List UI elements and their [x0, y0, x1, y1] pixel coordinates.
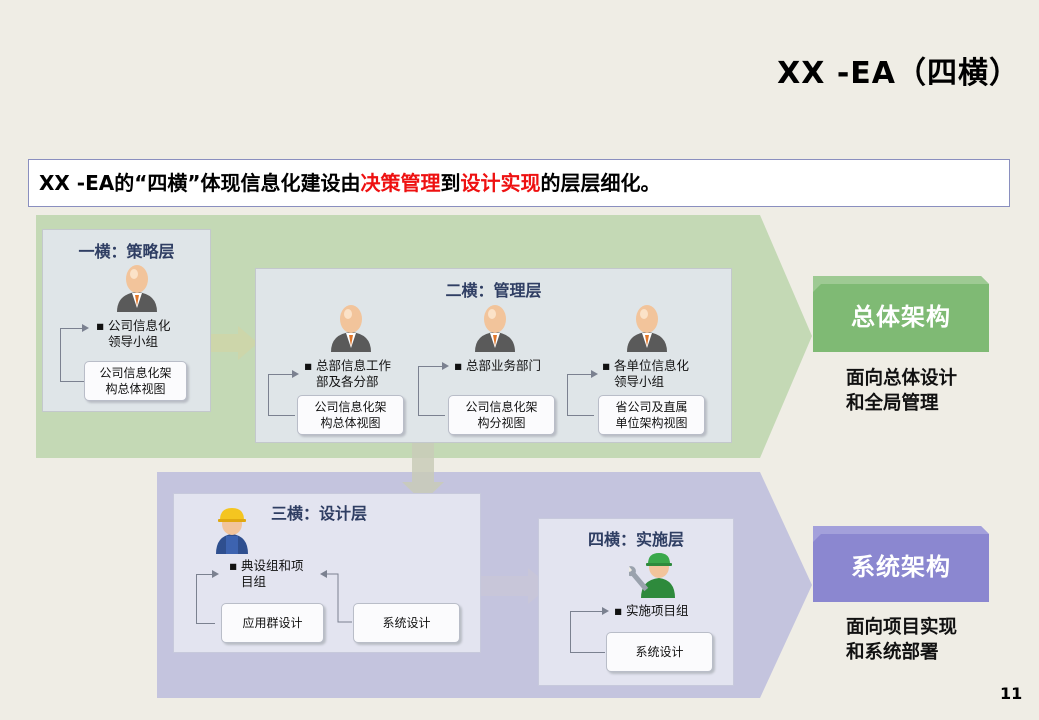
layer2-col3-bullet-line2: 领导小组 — [614, 374, 665, 389]
manager-icon — [475, 305, 515, 352]
layer1-bullet-line1: 公司信息化 — [108, 318, 171, 333]
layer2-col1-bullet-line1: 总部信息工作 — [316, 358, 392, 373]
manager-icon — [117, 265, 157, 312]
layer2-title: 二横：管理层 — [445, 281, 542, 300]
layer2-col2-bullet-line1: 总部业务部门 — [466, 358, 542, 373]
layer2-col1-box-line1: 公司信息化架 — [314, 400, 387, 414]
layer2-col1-connector — [268, 374, 295, 416]
layer2-col2-box-line1: 公司信息化架 — [465, 400, 538, 414]
layer1-bullet-line2: 领导小组 — [108, 334, 159, 349]
layer2-col3-connector — [567, 374, 594, 416]
layer2-col3-box-line2: 单位架构视图 — [615, 416, 688, 430]
layer2-col2-arrowhead — [442, 362, 449, 370]
layer3-bullet: ▪ 典设组和项 目组 — [229, 558, 304, 589]
layer3-system-design-box: 系统设计 — [353, 603, 460, 643]
layer2-col1-view-box: 公司信息化架 构总体视图 — [297, 395, 404, 435]
layer2-col3-bullet: ▪ 各单位信息化 领导小组 — [602, 358, 690, 389]
system-architecture-desc: 面向项目实现 和系统部署 — [846, 615, 957, 665]
page-number: 11 — [1000, 684, 1023, 703]
layer2-col1-bullet-line2: 部及各分部 — [316, 374, 379, 389]
layer1-box-line1: 公司信息化架 — [99, 366, 172, 380]
layer2-col3-box-line1: 省公司及直属 — [615, 400, 688, 414]
layer2-col2-connector — [418, 366, 445, 416]
layer4-system-design-box: 系统设计 — [606, 632, 713, 672]
layer3-left-arrowhead — [212, 570, 219, 578]
system-architecture-label: 系统架构 — [851, 552, 951, 581]
layer2-col2-box-line2: 构分视图 — [477, 416, 526, 430]
layer3-bullet-line2: 目组 — [241, 574, 267, 589]
layer4-connector — [570, 611, 605, 653]
layer4-bullet-line1: 实施项目组 — [626, 603, 689, 618]
layer1-box-line2: 构总体视图 — [105, 382, 166, 396]
layer3-left-connector — [196, 574, 215, 624]
manager-icon — [331, 305, 371, 352]
layer1-view-box: 公司信息化架 构总体视图 — [84, 361, 187, 401]
layer1-connector — [60, 328, 85, 382]
layer1-title: 一横：策略层 — [78, 242, 175, 261]
layer2-col1-arrowhead — [292, 370, 299, 378]
layer4-title: 四横：实施层 — [587, 530, 684, 549]
layer2-col3-arrowhead — [591, 370, 598, 378]
layer1-arrowhead — [82, 324, 89, 332]
layer1-bullet: ▪ 公司信息化 领导小组 — [96, 318, 171, 349]
worker-icon — [629, 553, 675, 598]
overall-architecture-desc: 面向总体设计 和全局管理 — [846, 366, 957, 416]
layer2-col1-box-line2: 构总体视图 — [320, 416, 381, 430]
layer3-app-group-box: 应用群设计 — [221, 603, 324, 643]
overall-architecture-label: 总体架构 — [851, 302, 951, 331]
manager-icon — [627, 305, 667, 352]
layer3-bullet-line1: 典设组和项 — [241, 558, 304, 573]
layer2-col3-view-box: 省公司及直属 单位架构视图 — [598, 395, 705, 435]
overall-desc-line1: 面向总体设计 — [846, 368, 958, 389]
layer2-col1-bullet: ▪ 总部信息工作 部及各分部 — [304, 358, 392, 389]
system-desc-line1: 面向项目实现 — [846, 617, 958, 638]
layer2-col2-view-box: 公司信息化架 构分视图 — [448, 395, 555, 435]
layer2-col2-bullet: ▪ 总部业务部门 — [454, 358, 542, 373]
engineer-icon — [216, 508, 248, 554]
layer4-arrowhead — [602, 607, 609, 615]
layer2-col3-bullet-line1: 各单位信息化 — [614, 358, 690, 373]
overall-desc-line2: 和全局管理 — [846, 393, 939, 414]
system-desc-line2: 和系统部署 — [846, 642, 939, 663]
layer4-bullet: ▪ 实施项目组 — [614, 603, 689, 618]
